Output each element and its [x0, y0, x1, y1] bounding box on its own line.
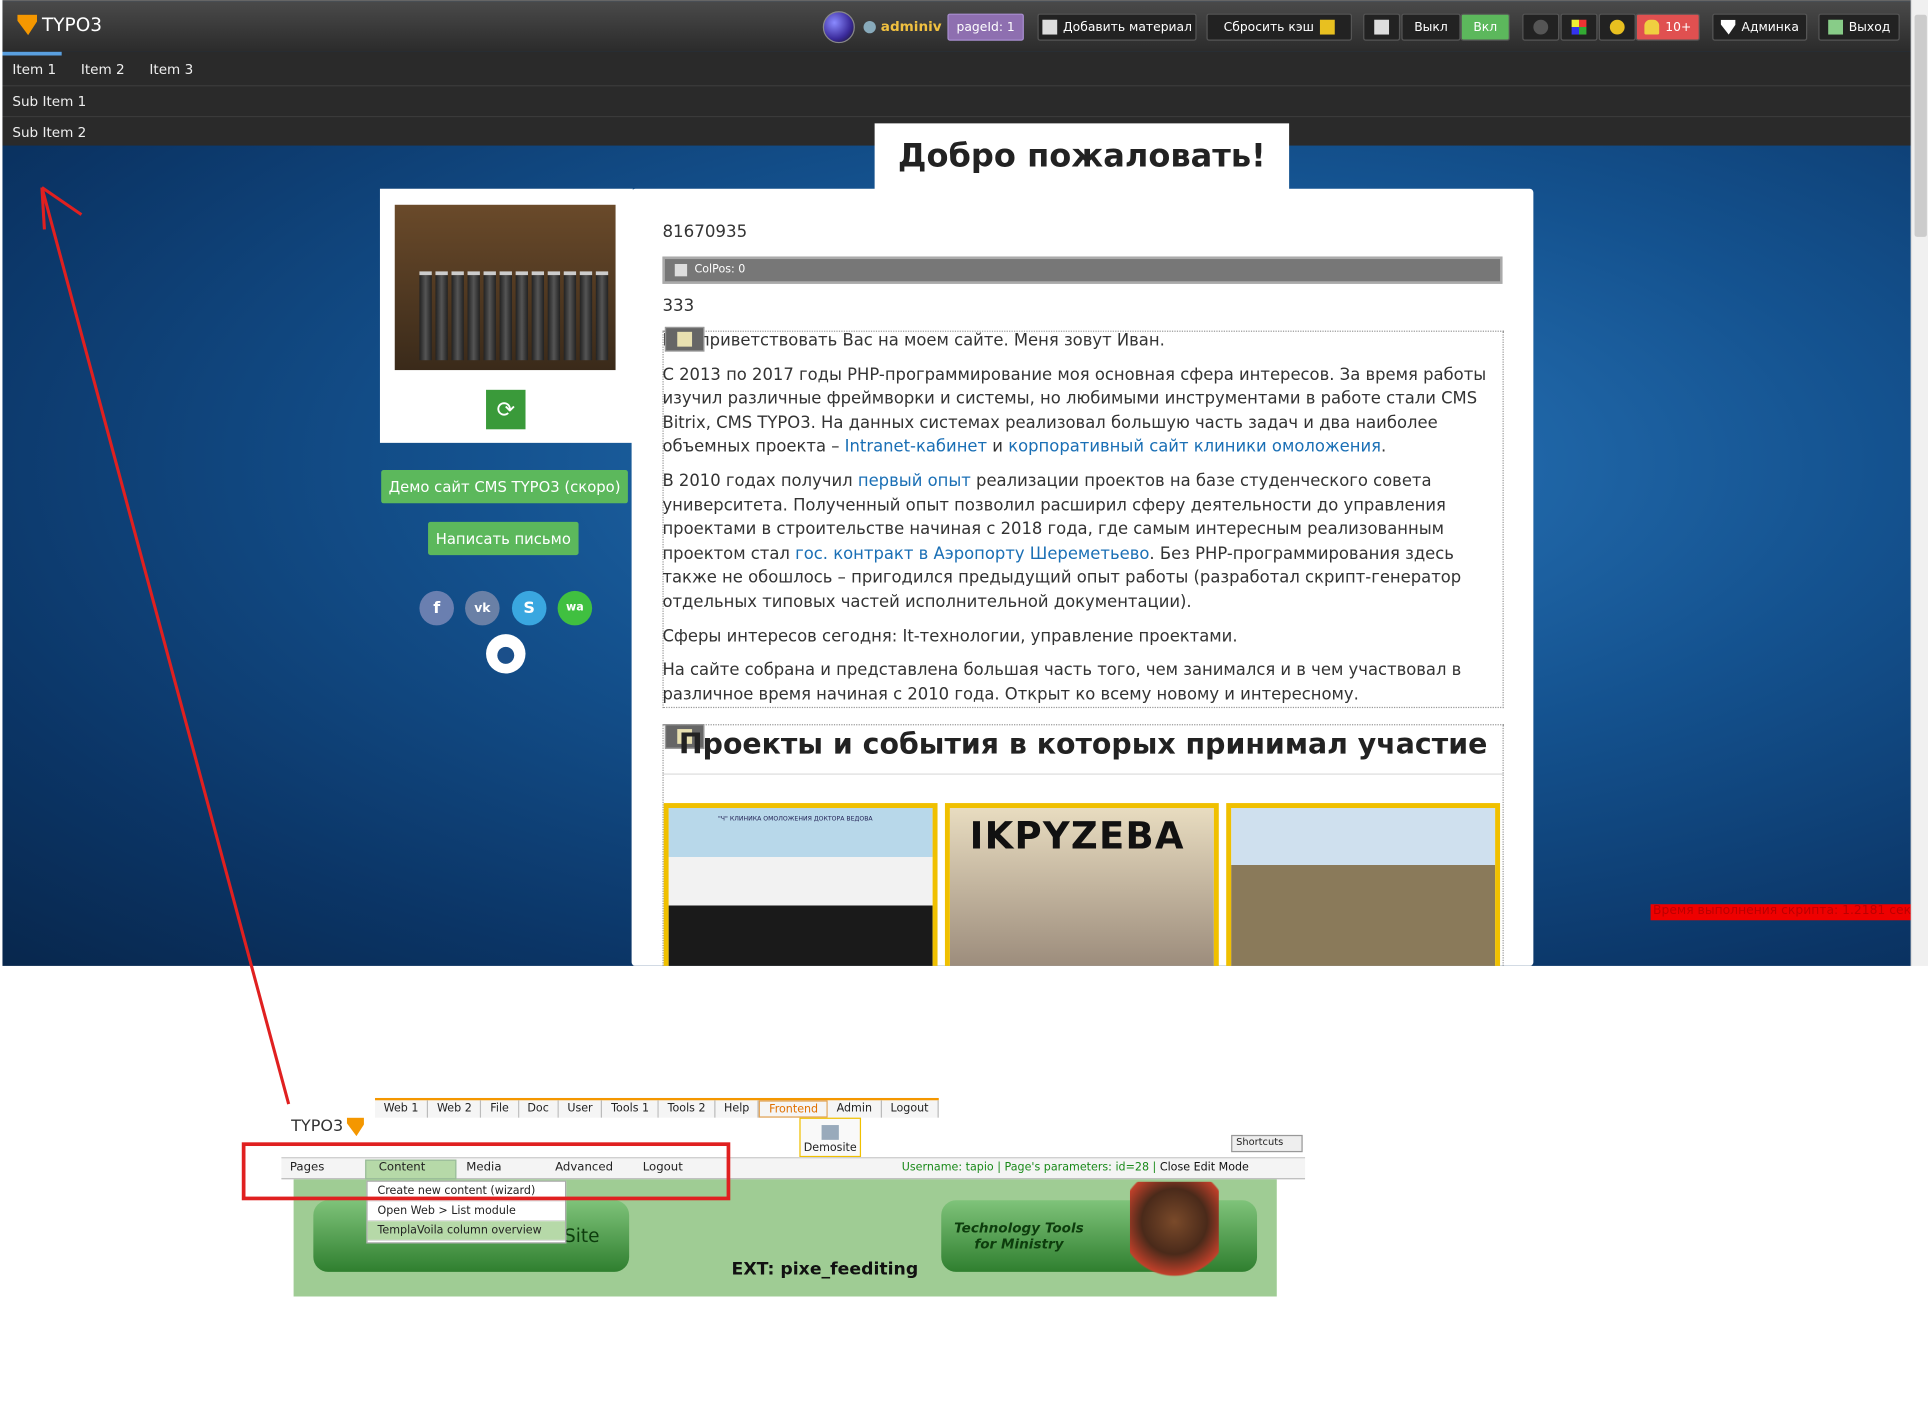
- legacy-status: Username: tapio | Page's parameters: id=…: [901, 1162, 1249, 1175]
- profile-photo: [394, 204, 616, 371]
- typo3-icon: [1720, 19, 1736, 35]
- paragraph-experience: В 2010 годах получил первый опыт реализа…: [662, 472, 1462, 612]
- record-id: 81670935: [662, 222, 748, 242]
- page-id-badge: pageId: 1: [947, 13, 1024, 41]
- whatsapp-icon[interactable]: wa: [557, 590, 593, 626]
- demo-site-button[interactable]: Демо сайт CMS TYPO3 (скоро): [381, 470, 628, 504]
- user-name[interactable]: adminiv: [863, 19, 942, 35]
- sub-menu-item-2[interactable]: Sub Item 2: [2, 124, 96, 140]
- typo3-logo[interactable]: TYPO3: [17, 14, 102, 36]
- legacy-tab-frontend[interactable]: Frontend: [759, 1100, 828, 1118]
- shortcuts-button[interactable]: Shortcuts: [1231, 1134, 1303, 1153]
- refresh-icon: ⟳: [496, 396, 516, 423]
- projects-heading: Проекты и события в которых принимал уча…: [678, 729, 1488, 762]
- pencil-icon: [677, 331, 693, 347]
- sub-menu-item-1[interactable]: Sub Item 1: [2, 93, 96, 109]
- legacy-tab[interactable]: File: [481, 1100, 519, 1118]
- legacy-typo3-logo: TYPO3: [291, 1117, 365, 1137]
- first-experience-link[interactable]: первый опыт: [858, 472, 971, 491]
- annotation-highlight-box: [241, 1142, 731, 1201]
- edit-off-button[interactable]: Выкл: [1401, 13, 1461, 41]
- paragraph-interests: Сферы интересов сегодня: It-технологии, …: [662, 627, 1238, 646]
- sheremetyevo-link[interactable]: гос. контракт в Аэропорту Шереметьево: [795, 545, 1149, 564]
- refresh-button[interactable]: ⟳: [486, 389, 526, 430]
- bell-icon: [1644, 19, 1660, 35]
- write-letter-button[interactable]: Написать письмо: [428, 521, 579, 556]
- edit-icon-button[interactable]: [1363, 13, 1401, 41]
- gear-icon: [1609, 19, 1625, 35]
- project-thumb-clinic[interactable]: "Ч" КЛИНИКА ОМОЛОЖЕНИЯ ДОКТОРА ВЕДОВА: [663, 803, 938, 966]
- colpos-bar: ColPos: 0: [662, 256, 1503, 284]
- runtime-indicator: Время выполнения скрипта: 1.2181 сек.: [1650, 904, 1911, 921]
- menu-item-2[interactable]: Item 2: [66, 62, 135, 78]
- clinic-site-link[interactable]: корпоративный сайт клиники омоложения: [1008, 438, 1381, 457]
- exit-icon: [1827, 19, 1843, 35]
- welcome-heading: Добро пожаловать!: [874, 123, 1290, 190]
- content-panel: 81670935 ColPos: 0 333 Рад приветствоват…: [631, 188, 1534, 966]
- menu-item-1[interactable]: Item 1: [2, 62, 66, 78]
- logout-button[interactable]: Выход: [1818, 13, 1900, 41]
- legacy-tab[interactable]: Tools 2: [658, 1100, 716, 1118]
- demosite-button[interactable]: Demosite: [799, 1117, 862, 1158]
- legacy-tab[interactable]: Doc: [518, 1100, 559, 1118]
- grid-icon-button[interactable]: [1560, 13, 1598, 41]
- typo3-logo-icon: [346, 1117, 365, 1137]
- dropdown-item-templavoila[interactable]: TemplaVoila column overview: [367, 1221, 565, 1242]
- content-icon: [674, 263, 688, 277]
- dropdown-item-list[interactable]: Open Web > List module: [367, 1202, 565, 1222]
- divider: [662, 773, 1504, 775]
- skype-icon[interactable]: S: [511, 590, 547, 626]
- paragraph-php: С 2013 по 2017 годы PHP-программирование…: [662, 365, 1487, 457]
- user-icon: [863, 20, 876, 33]
- globe-icon: [822, 11, 855, 44]
- eye-icon: [1533, 19, 1549, 35]
- admin-button[interactable]: Админка: [1712, 13, 1808, 41]
- hide-icon-button[interactable]: [1522, 13, 1560, 41]
- facebook-icon[interactable]: f: [419, 590, 454, 626]
- scrollbar-thumb[interactable]: [1914, 14, 1927, 237]
- screenshot-frontend: TYPO3 adminiv pageId: 1 Добавить материа…: [2, 0, 1911, 966]
- content-number: 333: [662, 296, 695, 316]
- edit-icon: [1374, 19, 1390, 35]
- legacy-tab[interactable]: User: [558, 1100, 603, 1118]
- legacy-tab[interactable]: Admin: [827, 1100, 882, 1118]
- scrollbar[interactable]: [1910, 0, 1928, 966]
- profile-card: ⟳: [379, 188, 633, 443]
- legacy-tab[interactable]: Web 1: [375, 1100, 429, 1118]
- legacy-tab[interactable]: Logout: [881, 1100, 939, 1118]
- legacy-photo: [1129, 1181, 1219, 1296]
- legacy-module-tabs: Web 1 Web 2 File Doc User Tools 1 Tools …: [375, 1097, 939, 1118]
- settings-button[interactable]: [1598, 13, 1636, 41]
- close-edit-mode-link[interactable]: Close Edit Mode: [1160, 1162, 1249, 1174]
- edit-element-icon[interactable]: [664, 326, 705, 352]
- add-icon: [1042, 19, 1057, 35]
- menu-row-top: Item 1 Item 2 Item 3: [2, 54, 1910, 85]
- intro-text: Рад приветствовать Вас на моем сайте. Ме…: [662, 329, 1501, 717]
- menu-row-sub1: Sub Item 1: [2, 85, 1911, 116]
- page-icon: [821, 1125, 839, 1140]
- edit-on-button[interactable]: Вкл: [1460, 13, 1510, 41]
- paragraph-about-site: На сайте собрана и представлена большая …: [662, 661, 1462, 705]
- notifications-button[interactable]: 10+: [1635, 13, 1700, 41]
- cache-icon: [1320, 19, 1335, 35]
- project-thumb-construction[interactable]: [1226, 803, 1501, 966]
- intranet-link[interactable]: Intranet-кабинет: [845, 438, 987, 457]
- add-material-button[interactable]: Добавить материал: [1037, 13, 1197, 41]
- extension-label: EXT: pixe_feediting: [731, 1259, 919, 1280]
- project-thumb-art[interactable]: IKPYZEBA: [944, 803, 1219, 966]
- vk-icon[interactable]: vk: [465, 590, 500, 626]
- paragraph-greeting: Рад приветствовать Вас на моем сайте. Ме…: [662, 331, 1165, 351]
- github-icon[interactable]: ●: [486, 634, 526, 674]
- grid-icon: [1571, 19, 1587, 35]
- admin-toolbar: TYPO3 adminiv pageId: 1 Добавить материа…: [2, 0, 1911, 52]
- typo3-logo-icon: [17, 14, 38, 36]
- legacy-tab[interactable]: Tools 1: [602, 1100, 659, 1118]
- clear-cache-button[interactable]: Сбросить кэш: [1206, 13, 1353, 41]
- legacy-tab[interactable]: Web 2: [428, 1100, 482, 1118]
- menu-item-3[interactable]: Item 3: [135, 62, 204, 78]
- legacy-tab[interactable]: Help: [715, 1100, 760, 1118]
